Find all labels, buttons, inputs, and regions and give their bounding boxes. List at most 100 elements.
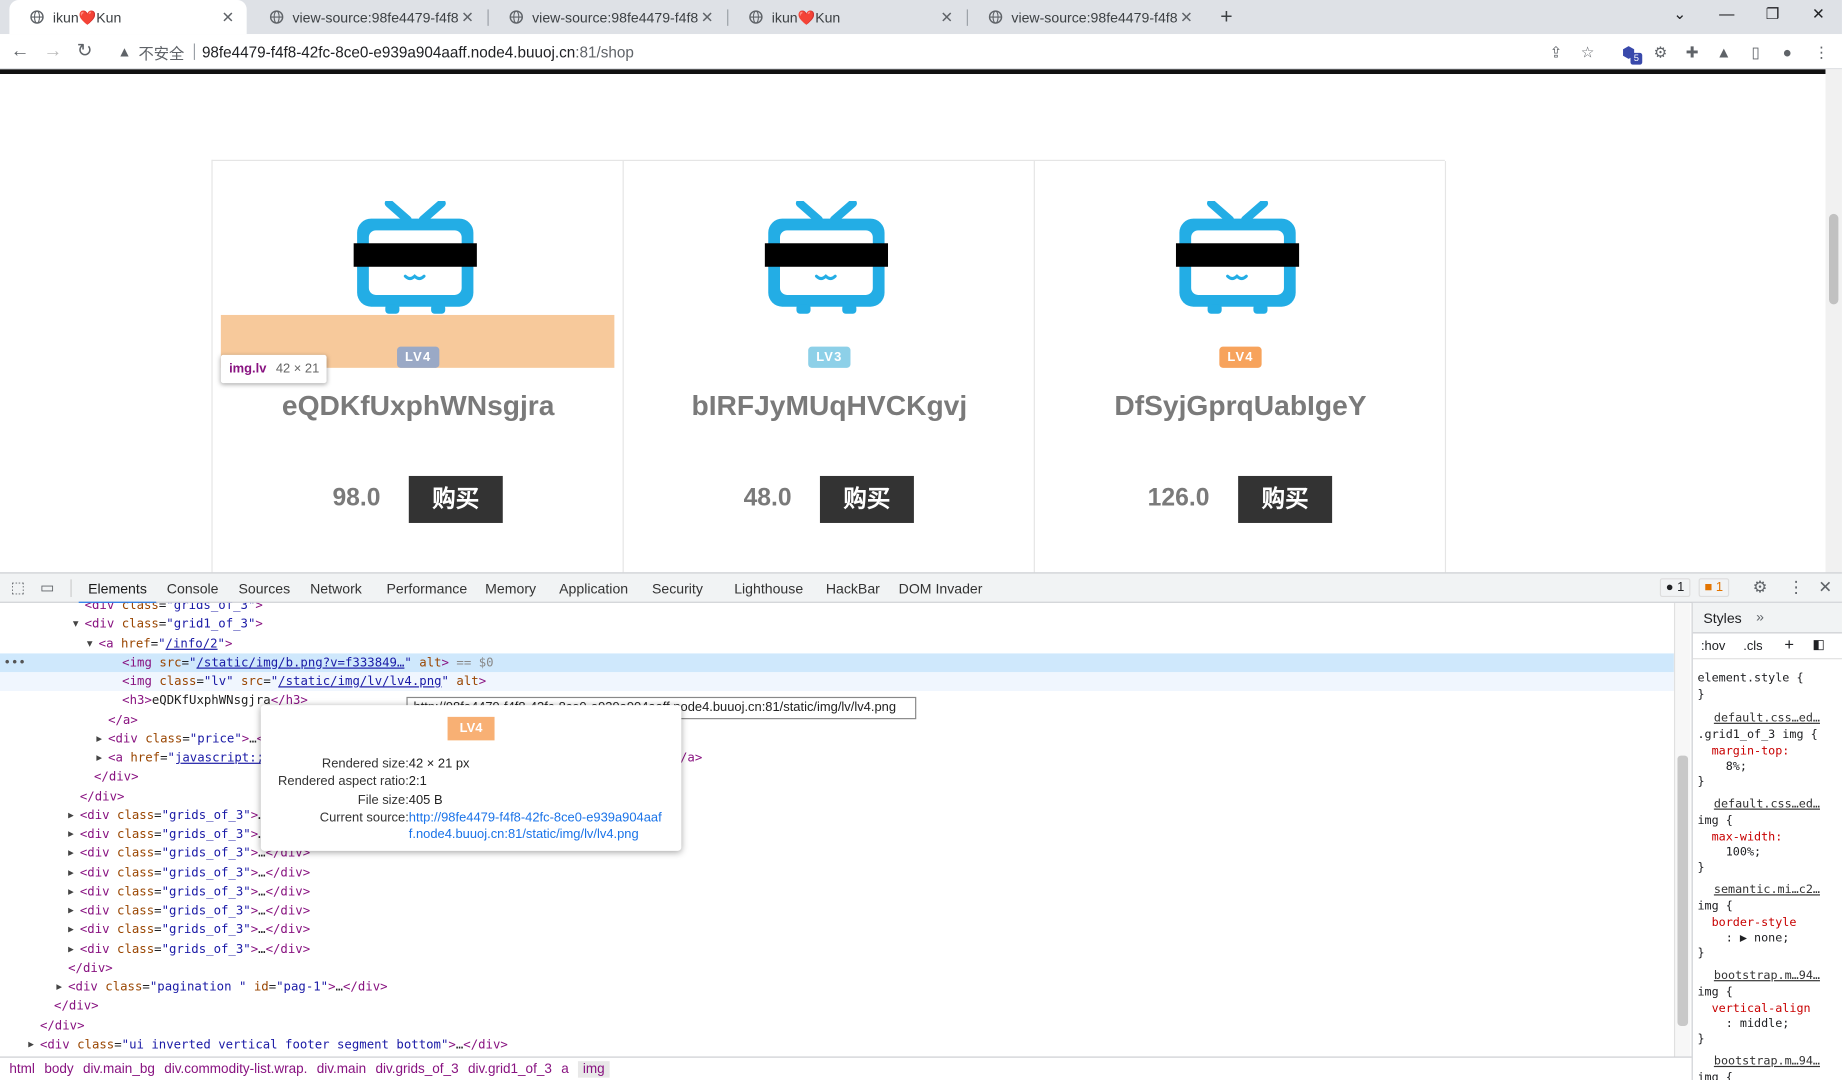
style-rule-source-link[interactable]: semantic.mi…c2…: [1714, 883, 1820, 898]
error-count[interactable]: ● 1: [1659, 578, 1691, 598]
browser-tab[interactable]: ikun❤️Kun ✕: [9, 0, 247, 35]
dom-node-line[interactable]: ▼ <a href="/info/2">: [0, 634, 1674, 653]
dom-node-line[interactable]: ▶<div class="grids_of_3">…</div>: [0, 844, 1674, 863]
computed-toggle-icon[interactable]: ◧: [1813, 637, 1825, 652]
hov-toggle[interactable]: :hov: [1701, 639, 1725, 653]
devtools-tab-dom-invader[interactable]: DOM Invader: [899, 581, 983, 597]
dom-node-line[interactable]: </div>: [0, 959, 1674, 978]
current-source-link-2[interactable]: f.node4.buuoj.cn:81/static/img/lv/lv4.pn…: [409, 826, 639, 844]
expand-arrow-icon[interactable]: ▶: [28, 1035, 34, 1054]
style-rule-source-link[interactable]: bootstrap.m…94…: [1714, 1054, 1820, 1069]
breadcrumb-item[interactable]: div.main: [317, 1062, 366, 1076]
breadcrumb-item[interactable]: body: [44, 1062, 73, 1076]
profile-avatar-icon[interactable]: ●: [1778, 43, 1796, 61]
dom-node-line[interactable]: </div>: [0, 787, 1674, 806]
expand-arrow-icon[interactable]: ▶: [68, 882, 74, 901]
devtools-tab-application[interactable]: Application: [559, 581, 628, 597]
elements-scrollbar-thumb[interactable]: [1677, 755, 1689, 1026]
devtools-tab-console[interactable]: Console: [167, 581, 219, 597]
page-scrollbar-thumb[interactable]: [1829, 213, 1839, 305]
product-name[interactable]: bIRFJyMUqHVCKgvj: [624, 390, 1035, 423]
buy-button[interactable]: 购买: [819, 475, 914, 523]
inspect-element-icon[interactable]: ⬚: [11, 578, 25, 597]
devtools-tab-hackbar[interactable]: HackBar: [826, 581, 880, 597]
product-name[interactable]: eQDKfUxphWNsgjra: [213, 390, 624, 423]
browser-tab[interactable]: view-source:98fe4479-f4f8-42✕: [249, 0, 486, 34]
browser-tab[interactable]: ikun❤️Kun ✕: [728, 0, 965, 34]
breadcrumb-item[interactable]: div.grids_of_3: [375, 1062, 458, 1076]
dom-node-line[interactable]: ▶ <div class="ui inverted vertical footer…: [0, 1035, 1674, 1054]
dom-node-line[interactable]: </div>: [0, 997, 1674, 1016]
devtools-tab-network[interactable]: Network: [310, 581, 362, 597]
dom-node-line[interactable]: </div>: [0, 768, 1674, 787]
breadcrumb-item[interactable]: img: [578, 1060, 610, 1078]
dom-node-line[interactable]: ▶<div class="grids_of_3">…</div>: [0, 920, 1674, 939]
dom-node-line[interactable]: ▶<div class="grids_of_3">…</div>: [0, 940, 1674, 959]
elements-tree[interactable]: <div class="grids_of_3"> ▼ <div class="gri…: [0, 602, 1674, 1057]
reload-button[interactable]: ↻: [73, 40, 96, 64]
cls-toggle[interactable]: .cls: [1743, 639, 1762, 653]
browser-tab[interactable]: view-source:98fe4479-f4f8-42✕: [968, 0, 1205, 34]
breadcrumb-item[interactable]: div.commodity-list.wrap.: [164, 1062, 307, 1076]
close-tab-icon[interactable]: ✕: [458, 8, 477, 27]
expand-arrow-icon[interactable]: ▶: [68, 863, 74, 882]
close-tab-icon[interactable]: ✕: [698, 8, 717, 27]
dom-node-line[interactable]: ▼ <div class="grid1_of_3">: [0, 615, 1674, 634]
style-rule-source-link[interactable]: default.css…ed…: [1714, 711, 1820, 726]
minimize-button[interactable]: —: [1715, 5, 1738, 23]
gear-extension-icon[interactable]: ⚙: [1652, 43, 1670, 61]
dom-node-line[interactable]: </div>: [0, 1016, 1674, 1035]
more-options-icon[interactable]: ⋮: [1788, 577, 1804, 597]
buy-button[interactable]: 购买: [408, 475, 503, 523]
current-source-link[interactable]: http://98fe4479-f4f8-42fc-8ce0-e939a904a…: [409, 810, 662, 828]
dom-node-line[interactable]: ▶<div class="grids_of_3">…</div>: [0, 901, 1674, 920]
forward-button[interactable]: →: [41, 40, 64, 64]
devtools-tab-security[interactable]: Security: [652, 581, 703, 597]
puzzle-extensions-icon[interactable]: ✚: [1683, 43, 1701, 61]
styles-tab[interactable]: Styles: [1703, 610, 1741, 626]
close-tab-icon[interactable]: ✕: [937, 8, 956, 27]
expand-arrow-icon[interactable]: ▶: [68, 901, 74, 920]
devtools-tab-lighthouse[interactable]: Lighthouse: [734, 581, 803, 597]
node-actions-icon[interactable]: •••: [4, 653, 26, 672]
dom-node-line[interactable]: ▶<div class="grids_of_3">…</div>: [0, 863, 1674, 882]
expand-arrow-icon[interactable]: ▶: [56, 978, 62, 997]
close-tab-icon[interactable]: ✕: [1177, 8, 1196, 27]
devtools-tab-memory[interactable]: Memory: [485, 581, 536, 597]
breadcrumb-item[interactable]: div.main_bg: [83, 1062, 155, 1076]
expand-arrow-icon[interactable]: ▶: [68, 806, 74, 825]
flask-icon[interactable]: ▲: [1715, 43, 1733, 61]
expand-arrow-icon[interactable]: ▶: [68, 825, 74, 844]
device-toolbar-icon[interactable]: ▭: [40, 578, 54, 597]
dom-node-line[interactable]: ▶<div class="grids_of_3">…</div>: [0, 825, 1674, 844]
elements-scrollbar[interactable]: [1673, 602, 1691, 1057]
dom-node-line[interactable]: <img src="/static/img/b.png?v=f333849…" …: [0, 653, 1674, 672]
devtools-tab-performance[interactable]: Performance: [386, 581, 467, 597]
new-tab-button[interactable]: +: [1216, 5, 1237, 30]
back-button[interactable]: ←: [8, 40, 31, 64]
style-rule-source-link[interactable]: default.css…ed…: [1714, 797, 1820, 812]
close-devtools-icon[interactable]: ✕: [1818, 577, 1832, 597]
style-rule-source-link[interactable]: bootstrap.m…94…: [1714, 968, 1820, 983]
close-tab-icon[interactable]: ✕: [218, 8, 237, 27]
buy-button[interactable]: 购买: [1238, 475, 1333, 523]
add-rule-icon[interactable]: +: [1784, 635, 1794, 654]
dom-node-line[interactable]: ▶ <div class="pagination " id="pag-1">…</…: [0, 978, 1674, 997]
close-window-button[interactable]: ✕: [1807, 5, 1830, 24]
product-name[interactable]: DfSyjGprqUabIgeY: [1035, 390, 1446, 423]
tv-mascot-image[interactable]: [353, 199, 477, 316]
dom-node-line[interactable]: ▶<a href="javascript:;" onclick="documen…: [0, 749, 1674, 768]
dom-node-line[interactable]: <div class="grids_of_3">: [0, 603, 1674, 615]
dom-node-line[interactable]: <img class="lv" src="/static/img/lv/lv4.…: [0, 672, 1674, 692]
bookmark-star-icon[interactable]: ☆: [1579, 43, 1597, 61]
maximize-button[interactable]: ❐: [1761, 5, 1784, 24]
tab-search-icon[interactable]: ⌄: [1668, 5, 1691, 24]
breadcrumb-item[interactable]: div.grid1_of_3: [468, 1062, 552, 1076]
menu-kebab-icon[interactable]: ⋮: [1813, 43, 1831, 61]
address-bar[interactable]: ▲ 不安全 98fe4479-f4f8-42fc-8ce0-e939a904aa…: [110, 36, 1614, 67]
dom-node-line[interactable]: ▶<div class="grids_of_3">…</div>: [0, 806, 1674, 825]
expand-arrow-icon[interactable]: ▶: [68, 940, 74, 959]
expand-arrow-icon[interactable]: ▶: [96, 730, 102, 749]
settings-gear-icon[interactable]: ⚙: [1753, 577, 1768, 597]
breadcrumb-item[interactable]: a: [561, 1062, 569, 1076]
